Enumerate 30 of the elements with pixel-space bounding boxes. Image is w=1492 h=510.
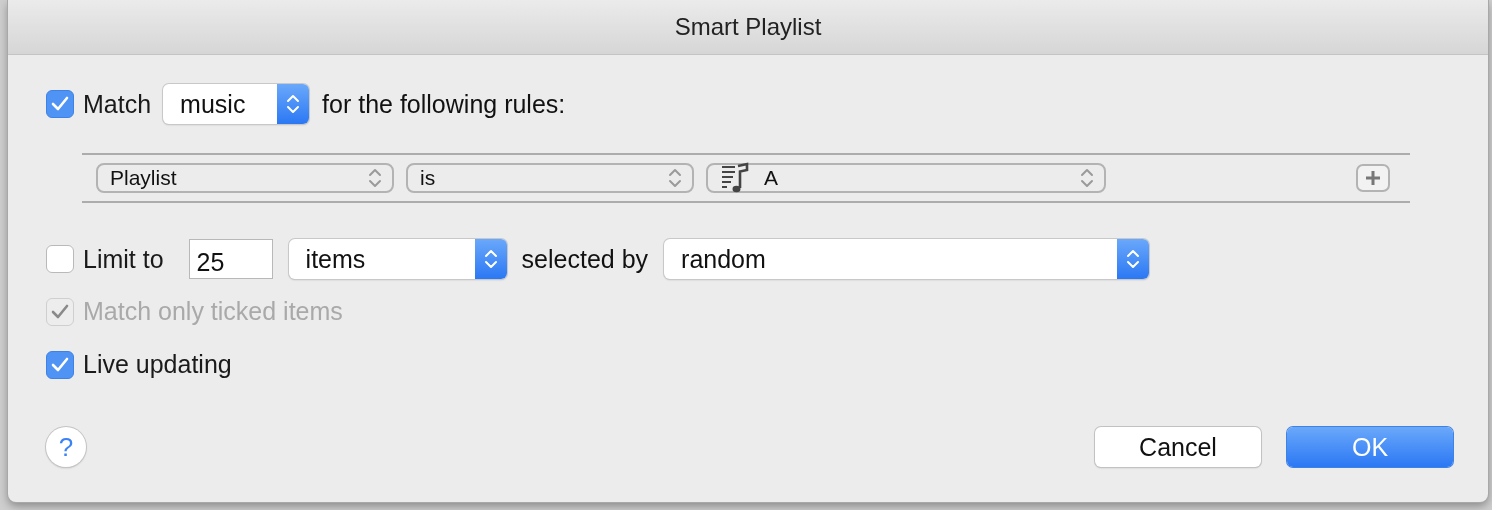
chevron-icon	[1126, 248, 1141, 270]
check-icon	[51, 303, 69, 320]
help-button[interactable]: ?	[46, 427, 86, 467]
check-icon	[51, 356, 69, 373]
check-icon	[51, 96, 69, 112]
checkbox[interactable]	[46, 90, 74, 118]
checkbox-label: Limit to	[83, 244, 164, 274]
checkbox-label: Live updating	[83, 350, 232, 379]
selection-dropdown[interactable]: random	[664, 239, 1150, 279]
dialog-button[interactable]: Cancel	[1095, 427, 1261, 467]
selected-by-label: selected by	[521, 244, 649, 274]
plus-icon	[1365, 170, 1381, 186]
unit-dropdown[interactable]: items	[288, 239, 507, 279]
chevron-icon	[668, 167, 682, 189]
chevron-icon	[483, 248, 498, 270]
chevron-icon	[1080, 167, 1094, 189]
operator-dropdown[interactable]: is	[406, 163, 694, 193]
media-kind-dropdown[interactable]: music	[163, 84, 310, 124]
add-rule-button[interactable]	[1356, 164, 1390, 192]
chevron-icon	[368, 167, 382, 189]
limit-field[interactable]: 25	[188, 239, 273, 279]
checkbox[interactable]	[46, 350, 74, 379]
rules-caption: for the following rules:	[322, 89, 566, 119]
rule-field-dropdown[interactable]: Playlist	[96, 163, 394, 193]
checkbox-label: Match	[83, 89, 152, 119]
checkbox[interactable]	[46, 245, 74, 273]
window-title: Smart Playlist	[674, 13, 822, 41]
checkbox-label: Match only ticked items	[83, 297, 343, 326]
chevron-icon	[286, 93, 301, 115]
rule-value-dropdown[interactable]: A	[706, 163, 1106, 193]
